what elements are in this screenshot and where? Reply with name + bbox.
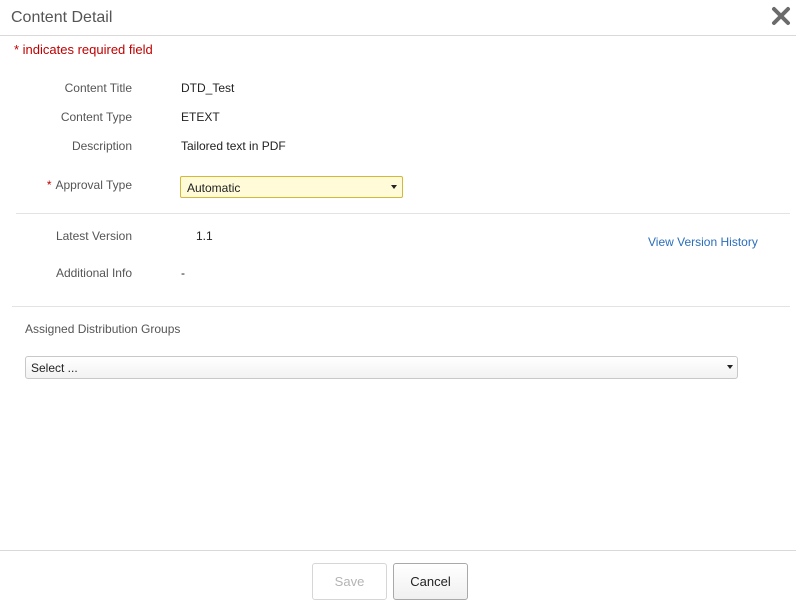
view-version-history-link[interactable]: View Version History xyxy=(648,235,758,249)
content-title-value: DTD_Test xyxy=(181,81,235,95)
latest-version-label: Latest Version xyxy=(55,229,132,243)
close-icon-glyph xyxy=(772,7,790,25)
close-icon[interactable] xyxy=(770,5,792,27)
content-title-label: Content Title xyxy=(64,81,132,95)
required-asterisk: * xyxy=(46,178,52,192)
content-type-value: ETEXT xyxy=(181,110,220,124)
section-divider xyxy=(16,213,790,214)
latest-version-value: 1.1 xyxy=(196,229,213,243)
approval-type-label: Approval Type xyxy=(55,178,133,192)
footer-divider xyxy=(0,550,796,551)
approval-type-selected-value: Automatic xyxy=(187,181,241,195)
chevron-down-icon xyxy=(727,365,733,369)
distribution-groups-selected-value: Select ... xyxy=(31,361,78,375)
content-detail-dialog: Content Detail * indicates required fiel… xyxy=(0,0,796,607)
additional-info-label: Additional Info xyxy=(55,266,132,280)
approval-type-select[interactable]: Automatic xyxy=(180,176,403,198)
chevron-down-icon xyxy=(391,185,397,189)
distribution-groups-label: Assigned Distribution Groups xyxy=(25,322,181,336)
required-field-note: * indicates required field xyxy=(14,42,153,57)
cancel-button[interactable]: Cancel xyxy=(393,563,468,600)
section-divider xyxy=(12,306,790,307)
content-type-label: Content Type xyxy=(60,110,132,124)
dialog-header: Content Detail xyxy=(0,0,796,36)
distribution-groups-select[interactable]: Select ... xyxy=(25,356,738,379)
save-button[interactable]: Save xyxy=(312,563,387,600)
approval-type-label-row: * Approval Type xyxy=(12,178,132,192)
dialog-title: Content Detail xyxy=(11,9,113,26)
additional-info-value: - xyxy=(181,266,185,280)
description-value: Tailored text in PDF xyxy=(181,139,286,153)
description-label: Description xyxy=(71,139,132,153)
